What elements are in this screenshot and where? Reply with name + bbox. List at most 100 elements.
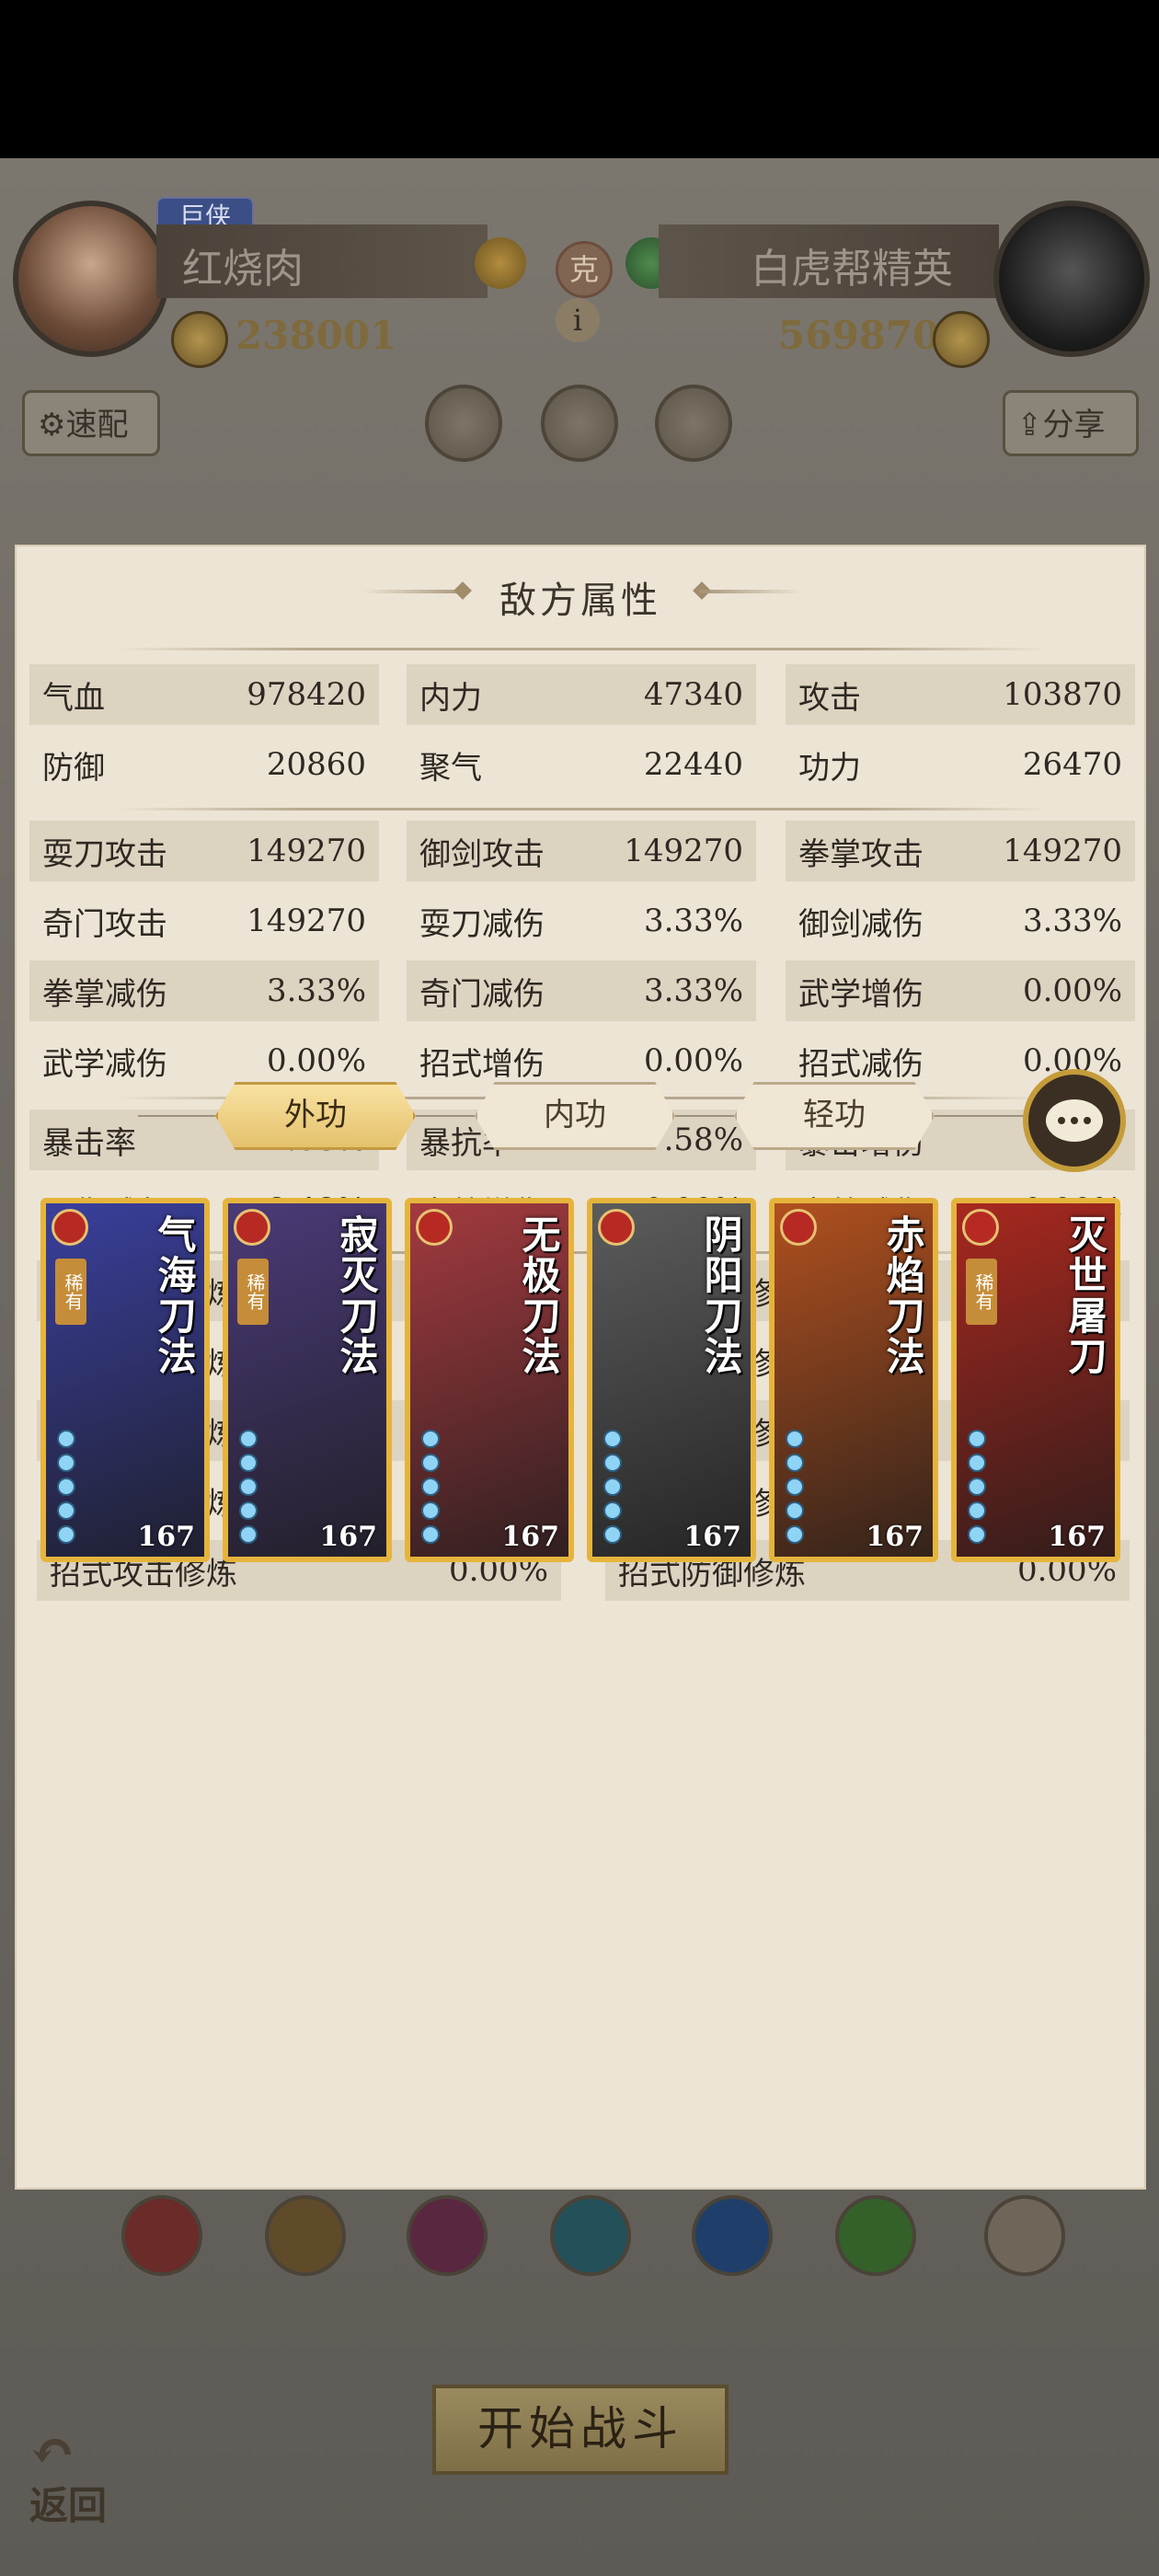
star-dot-icon xyxy=(421,1430,440,1448)
stat-value: 0.00% xyxy=(1022,972,1122,1009)
stat-value: 47340 xyxy=(643,676,743,713)
yinyang-school-icon[interactable] xyxy=(692,2195,773,2276)
enemy-name: 白虎帮精英 xyxy=(751,246,953,293)
stat-value: 3.33% xyxy=(643,903,743,939)
blade-school-icon[interactable] xyxy=(265,2195,346,2276)
star-dot-icon xyxy=(603,1430,622,1448)
chat-bubble-icon xyxy=(1046,1099,1103,1142)
stat-cell: 奇门攻击 149270 xyxy=(29,891,379,951)
stat-value: 22440 xyxy=(643,746,743,783)
chat-float-button[interactable] xyxy=(1023,1069,1126,1172)
star-dot-icon xyxy=(57,1501,75,1520)
stat-value: 3.33% xyxy=(643,972,743,1009)
skill-name: 阴阳刀法 xyxy=(698,1214,743,1376)
share-label: 分享 xyxy=(1042,407,1106,443)
fan-school-icon[interactable] xyxy=(550,2195,631,2276)
skill-card[interactable]: 稀有 寂灭刀法 167 xyxy=(223,1198,392,1562)
stat-label: 拳掌减伤 xyxy=(42,975,167,1013)
tab-lightness[interactable]: 轻功 xyxy=(734,1082,935,1150)
star-dot-icon xyxy=(57,1454,75,1472)
stat-label: 武学减伤 xyxy=(42,1045,167,1083)
stat-label: 奇门减伤 xyxy=(419,975,545,1013)
star-dots xyxy=(57,1424,77,1544)
player-avatar[interactable] xyxy=(13,201,169,357)
share-button[interactable]: ⇪分享 xyxy=(1003,390,1139,456)
stat-label: 招式减伤 xyxy=(798,1045,924,1083)
stat-cell: 功力 26470 xyxy=(786,734,1135,795)
back-button[interactable]: ↶ 返回 xyxy=(29,2420,149,2530)
star-dot-icon xyxy=(968,1525,986,1544)
stat-label: 功力 xyxy=(798,749,861,787)
skill-level: 167 xyxy=(683,1521,741,1553)
stat-value: 26470 xyxy=(1022,746,1122,783)
stat-cell: 奇门减伤 3.33% xyxy=(407,960,756,1021)
rarity-tag: 稀有 xyxy=(55,1259,86,1325)
stat-label: 耍刀减伤 xyxy=(419,905,545,943)
nature-school-icon[interactable] xyxy=(835,2195,916,2276)
player-element-icon xyxy=(475,237,526,289)
star-dot-icon xyxy=(57,1430,75,1448)
star-dot-icon xyxy=(239,1430,258,1448)
rank-up-icon[interactable] xyxy=(984,2195,1065,2276)
tab-line-mid2 xyxy=(675,1115,734,1117)
skill-card[interactable]: 阴阳刀法 167 xyxy=(587,1198,756,1562)
stat-value: 978420 xyxy=(247,676,366,713)
stat-value: 149270 xyxy=(1003,833,1122,869)
rarity-tag: 稀有 xyxy=(237,1259,269,1325)
back-arrow-icon: ↶ xyxy=(29,2420,76,2484)
blade-type-icon xyxy=(52,1209,88,1246)
stat-label: 内力 xyxy=(419,679,482,717)
stat-label: 拳掌攻击 xyxy=(798,835,924,873)
star-dot-icon xyxy=(57,1525,75,1544)
star-dot-icon xyxy=(421,1454,440,1472)
enemy-power: 569870 xyxy=(778,313,940,358)
skill-card[interactable]: 无极刀法 167 xyxy=(405,1198,574,1562)
star-dot-icon xyxy=(603,1525,622,1544)
enemy-avatar[interactable] xyxy=(993,201,1150,357)
stat-cell: 防御 20860 xyxy=(29,734,379,795)
back-label: 返回 xyxy=(29,2483,108,2528)
stat-value: 3.33% xyxy=(266,972,366,1009)
skill-card[interactable]: 赤焰刀法 167 xyxy=(769,1198,938,1562)
skill-card[interactable]: 稀有 灭世屠刀 167 xyxy=(951,1198,1120,1562)
stat-cell: 武学增伤 0.00% xyxy=(786,960,1135,1021)
formation-slot-1[interactable] xyxy=(425,385,502,462)
sword-school-icon[interactable] xyxy=(121,2195,202,2276)
tab-internal[interactable]: 内功 xyxy=(475,1082,675,1150)
fist-school-icon[interactable] xyxy=(407,2195,488,2276)
quick-match-button[interactable]: ⚙速配 xyxy=(22,390,160,456)
skill-level: 167 xyxy=(319,1521,377,1553)
formation-slot-3[interactable] xyxy=(655,385,732,462)
stat-label: 防御 xyxy=(42,749,105,787)
stat-label: 暴击率 xyxy=(42,1124,136,1162)
stat-label: 耍刀攻击 xyxy=(42,835,167,873)
blade-type-icon xyxy=(962,1209,999,1246)
stat-cell: 气血 978420 xyxy=(29,664,379,725)
stat-value: 0.00% xyxy=(643,1042,743,1079)
star-dots xyxy=(786,1424,806,1544)
star-dot-icon xyxy=(786,1430,804,1448)
stat-value: 149270 xyxy=(247,833,366,869)
gear-icon: ⚙ xyxy=(38,407,66,443)
stat-label: 武学增伤 xyxy=(798,975,924,1013)
star-dot-icon xyxy=(968,1454,986,1472)
skill-card[interactable]: 稀有 气海刀法 167 xyxy=(40,1198,210,1562)
counter-badge: 克 xyxy=(556,241,613,298)
tab-external[interactable]: 外功 xyxy=(215,1082,416,1150)
skill-name: 赤焰刀法 xyxy=(880,1214,925,1376)
stat-value: 103870 xyxy=(1003,676,1122,713)
start-battle-button[interactable]: 开始战斗 xyxy=(432,2385,729,2475)
stat-cell: 拳掌减伤 3.33% xyxy=(29,960,379,1021)
blade-type-icon xyxy=(234,1209,270,1246)
stat-cell: 拳掌攻击 149270 xyxy=(786,821,1135,881)
stat-value: 20860 xyxy=(266,746,366,783)
tab-line-right xyxy=(935,1115,1027,1117)
player-power-icon xyxy=(171,311,228,368)
share-icon: ⇪ xyxy=(1016,407,1043,443)
info-button[interactable]: i xyxy=(556,298,600,342)
formation-slot-2[interactable] xyxy=(541,385,618,462)
stat-value: 149270 xyxy=(247,903,366,939)
enemy-power-icon xyxy=(933,311,990,368)
star-dot-icon xyxy=(239,1478,258,1496)
star-dot-icon xyxy=(239,1501,258,1520)
